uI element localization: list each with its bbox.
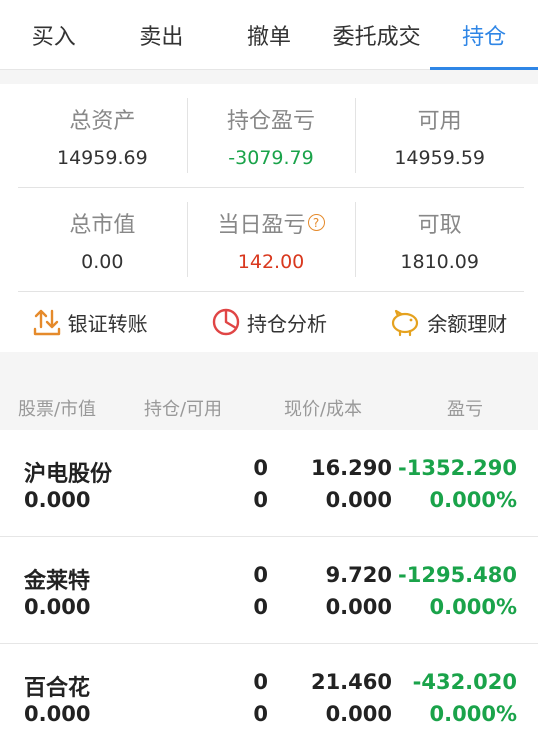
stock-price: 9.720	[325, 563, 392, 587]
stock-market-value: 0.000	[24, 488, 91, 512]
stock-holding: 0	[253, 456, 268, 480]
tab-positions[interactable]: 持仓	[430, 0, 538, 70]
stock-available: 0	[253, 488, 268, 512]
position-analysis-button[interactable]: 持仓分析	[179, 292, 358, 352]
stock-holding: 0	[253, 670, 268, 694]
pie-chart-icon	[212, 308, 240, 336]
tab-sell[interactable]: 卖出	[108, 0, 216, 69]
available-funds: 可用 14959.59	[355, 84, 524, 187]
stock-pl: -1352.290	[398, 456, 517, 480]
quick-actions: 银证转账 持仓分析 余额理财	[0, 292, 538, 352]
header-pl: 盈亏	[447, 399, 483, 420]
tab-cancel[interactable]: 撤单	[215, 0, 323, 69]
table-row[interactable]: 金莱特 0.000 0 0 9.720 0.000 -1295.480 0.00…	[0, 537, 538, 644]
stock-cost: 0.000	[325, 488, 392, 512]
stock-market-value: 0.000	[24, 702, 91, 726]
summary-grid: 总资产 14959.69 持仓盈亏 -3079.79 可用 14959.59 总…	[18, 84, 524, 292]
position-pl-value: -3079.79	[228, 146, 314, 169]
stock-available: 0	[253, 595, 268, 619]
position-analysis-label: 持仓分析	[246, 311, 327, 336]
market-value-value: 0.00	[81, 250, 124, 273]
market-value: 总市值 0.00	[18, 188, 187, 291]
table-row[interactable]: 沪电股份 0.000 0 0 16.290 0.000 -1352.290 0.…	[0, 430, 538, 537]
stock-pl: -1295.480	[398, 563, 517, 587]
stock-cost: 0.000	[325, 702, 392, 726]
daily-pl: 当日盈亏 ? 142.00	[186, 188, 356, 291]
positions-table-header: 股票/市值 持仓/可用 现价/成本 盈亏	[0, 386, 538, 430]
balance-wealth-label: 余额理财	[427, 311, 508, 336]
withdrawable-value: 1810.09	[400, 250, 479, 273]
header-holding: 持仓/可用	[143, 399, 223, 420]
tab-buy[interactable]: 买入	[0, 0, 108, 69]
transfer-arrows-icon	[33, 309, 60, 336]
withdrawable: 可取 1810.09	[355, 188, 524, 291]
stock-available: 0	[253, 702, 268, 726]
stock-price: 21.460	[310, 670, 392, 694]
market-value-label: 总市值	[69, 212, 136, 238]
piggy-bank-icon	[392, 309, 419, 337]
stock-holding: 0	[253, 563, 268, 587]
available-label: 可用	[417, 108, 462, 134]
daily-pl-value: 142.00	[237, 250, 305, 273]
available-value: 14959.59	[394, 146, 486, 169]
stock-name: 沪电股份	[24, 462, 113, 487]
stock-pl: -432.020	[412, 670, 517, 694]
positions-list: 沪电股份 0.000 0 0 16.290 0.000 -1352.290 0.…	[0, 430, 538, 739]
stock-cost: 0.000	[325, 595, 392, 619]
stock-market-value: 0.000	[24, 595, 91, 619]
stock-price: 16.290	[310, 456, 392, 480]
summary-row-1: 总资产 14959.69 持仓盈亏 -3079.79 可用 14959.59	[18, 84, 524, 188]
bank-transfer-button[interactable]: 银证转账	[0, 292, 179, 352]
balance-wealth-button[interactable]: 余额理财	[359, 292, 538, 352]
account-summary: 总资产 14959.69 持仓盈亏 -3079.79 可用 14959.59 总…	[0, 84, 538, 352]
header-price: 现价/成本	[283, 399, 363, 420]
total-assets: 总资产 14959.69	[18, 84, 187, 187]
question-icon[interactable]: ?	[307, 214, 325, 231]
position-pl: 持仓盈亏 -3079.79	[186, 84, 356, 187]
stock-pl-pct: 0.000%	[429, 702, 517, 726]
withdrawable-label: 可取	[417, 212, 462, 238]
daily-pl-label: 当日盈亏	[217, 212, 306, 238]
daily-pl-label-wrap: 当日盈亏 ?	[218, 207, 325, 239]
header-stock: 股票/市值	[17, 399, 97, 420]
total-assets-label: 总资产	[69, 108, 136, 134]
trade-tabs: 买入 卖出 撤单 委托成交 持仓	[0, 0, 538, 70]
table-row[interactable]: 百合花 0.000 0 0 21.460 0.000 -432.020 0.00…	[0, 644, 538, 739]
summary-row-2: 总市值 0.00 当日盈亏 ? 142.00 可取 1810.09	[18, 188, 524, 292]
stock-pl-pct: 0.000%	[429, 488, 517, 512]
total-assets-value: 14959.69	[57, 146, 148, 169]
position-pl-label: 持仓盈亏	[227, 108, 316, 134]
stock-name: 金莱特	[24, 569, 91, 594]
stock-pl-pct: 0.000%	[429, 595, 517, 619]
bank-transfer-label: 银证转账	[67, 311, 148, 336]
tab-orders[interactable]: 委托成交	[323, 0, 431, 69]
stock-name: 百合花	[24, 676, 91, 701]
